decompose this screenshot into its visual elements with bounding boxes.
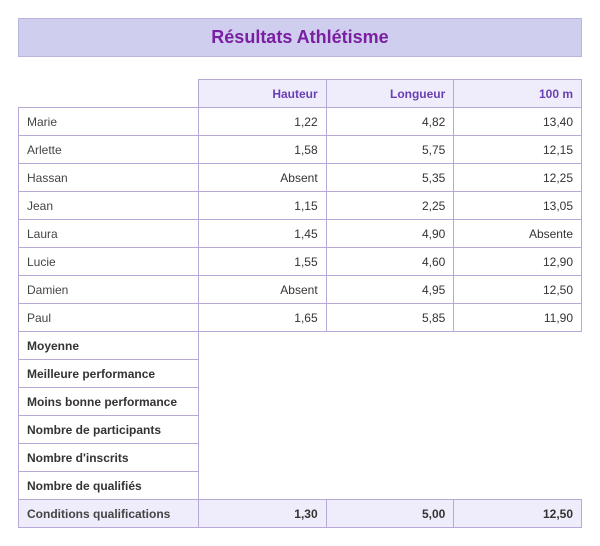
- athlete-name: Jean: [19, 192, 199, 220]
- summary-row: Nombre de qualifiés: [19, 472, 582, 500]
- page-title: Résultats Athlétisme: [19, 27, 581, 48]
- summary-empty-cell: [326, 388, 454, 416]
- result-cell: 1,45: [199, 220, 327, 248]
- summary-empty-cell: [326, 472, 454, 500]
- result-cell: Absent: [199, 164, 327, 192]
- summary-empty-cell: [326, 444, 454, 472]
- qualification-label: Conditions qualifications: [19, 500, 199, 528]
- summary-empty-cell: [454, 416, 582, 444]
- summary-row: Meilleure performance: [19, 360, 582, 388]
- table-row: Arlette1,585,7512,15: [19, 136, 582, 164]
- table-row: Lucie1,554,6012,90: [19, 248, 582, 276]
- summary-empty-cell: [326, 416, 454, 444]
- athlete-name: Laura: [19, 220, 199, 248]
- result-cell: 1,55: [199, 248, 327, 276]
- result-cell: 4,82: [326, 108, 454, 136]
- result-cell: 1,15: [199, 192, 327, 220]
- summary-empty-cell: [326, 360, 454, 388]
- result-cell: 1,58: [199, 136, 327, 164]
- summary-empty-cell: [199, 332, 327, 360]
- summary-empty-cell: [454, 388, 582, 416]
- result-cell: 12,15: [454, 136, 582, 164]
- summary-empty-cell: [199, 416, 327, 444]
- athlete-name: Damien: [19, 276, 199, 304]
- summary-empty-cell: [326, 332, 454, 360]
- summary-row: Nombre de participants: [19, 416, 582, 444]
- result-cell: 4,90: [326, 220, 454, 248]
- summary-empty-cell: [199, 388, 327, 416]
- header-blank: [19, 80, 199, 108]
- summary-label: Moyenne: [19, 332, 199, 360]
- qualification-row: Conditions qualifications1,305,0012,50: [19, 500, 582, 528]
- table-row: Laura1,454,90Absente: [19, 220, 582, 248]
- result-cell: Absente: [454, 220, 582, 248]
- result-cell: 12,90: [454, 248, 582, 276]
- summary-empty-cell: [199, 444, 327, 472]
- result-cell: 1,65: [199, 304, 327, 332]
- summary-empty-cell: [454, 444, 582, 472]
- summary-row: Moins bonne performance: [19, 388, 582, 416]
- summary-row: Nombre d'inscrits: [19, 444, 582, 472]
- summary-empty-cell: [454, 360, 582, 388]
- athlete-name: Arlette: [19, 136, 199, 164]
- summary-empty-cell: [454, 472, 582, 500]
- result-cell: 11,90: [454, 304, 582, 332]
- result-cell: 2,25: [326, 192, 454, 220]
- result-cell: 5,75: [326, 136, 454, 164]
- result-cell: 12,50: [454, 276, 582, 304]
- summary-label: Nombre d'inscrits: [19, 444, 199, 472]
- summary-row: Moyenne: [19, 332, 582, 360]
- qualification-value: 5,00: [326, 500, 454, 528]
- header-hauteur: Hauteur: [199, 80, 327, 108]
- table-header-row: Hauteur Longueur 100 m: [19, 80, 582, 108]
- qualification-value: 1,30: [199, 500, 327, 528]
- summary-empty-cell: [454, 332, 582, 360]
- qualification-value: 12,50: [454, 500, 582, 528]
- result-cell: Absent: [199, 276, 327, 304]
- summary-label: Meilleure performance: [19, 360, 199, 388]
- table-row: Marie1,224,8213,40: [19, 108, 582, 136]
- result-cell: 13,05: [454, 192, 582, 220]
- title-bar: Résultats Athlétisme: [18, 18, 582, 57]
- summary-label: Moins bonne performance: [19, 388, 199, 416]
- result-cell: 4,95: [326, 276, 454, 304]
- result-cell: 5,85: [326, 304, 454, 332]
- result-cell: 1,22: [199, 108, 327, 136]
- table-row: Jean1,152,2513,05: [19, 192, 582, 220]
- athlete-name: Lucie: [19, 248, 199, 276]
- summary-label: Nombre de participants: [19, 416, 199, 444]
- athlete-name: Hassan: [19, 164, 199, 192]
- table-row: Paul1,655,8511,90: [19, 304, 582, 332]
- athlete-name: Paul: [19, 304, 199, 332]
- summary-empty-cell: [199, 472, 327, 500]
- result-cell: 4,60: [326, 248, 454, 276]
- summary-label: Nombre de qualifiés: [19, 472, 199, 500]
- table-row: DamienAbsent4,9512,50: [19, 276, 582, 304]
- result-cell: 12,25: [454, 164, 582, 192]
- header-longueur: Longueur: [326, 80, 454, 108]
- result-cell: 13,40: [454, 108, 582, 136]
- table-row: HassanAbsent5,3512,25: [19, 164, 582, 192]
- result-cell: 5,35: [326, 164, 454, 192]
- results-table: Hauteur Longueur 100 m Marie1,224,8213,4…: [18, 79, 582, 528]
- summary-empty-cell: [199, 360, 327, 388]
- athlete-name: Marie: [19, 108, 199, 136]
- header-100m: 100 m: [454, 80, 582, 108]
